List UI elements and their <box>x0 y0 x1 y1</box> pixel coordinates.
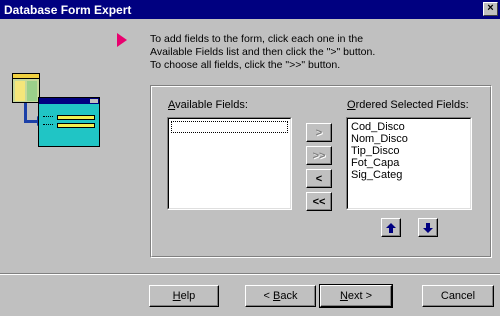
next-button[interactable]: Next > <box>319 284 393 308</box>
instructions-text: To add fields to the form, click each on… <box>150 33 490 72</box>
available-fields-list[interactable] <box>167 117 292 210</box>
close-button[interactable]: × <box>483 2 498 16</box>
move-up-button[interactable] <box>381 218 401 237</box>
window-title: Database Form Expert <box>4 2 132 17</box>
back-button[interactable]: < Back <box>245 285 316 307</box>
footer-separator <box>0 273 500 275</box>
close-icon: × <box>487 2 494 14</box>
remove-all-fields-button[interactable]: << <box>306 192 332 211</box>
form-window-icon <box>38 97 100 147</box>
instructions-line: Available Fields list and then click the… <box>150 46 376 58</box>
focus-indicator <box>171 121 288 133</box>
help-button[interactable]: Help <box>149 285 219 307</box>
remove-field-button[interactable]: < <box>306 169 332 188</box>
add-field-button[interactable]: > <box>306 123 332 142</box>
selected-field-item[interactable]: Cod_Disco <box>350 121 468 133</box>
available-fields-label: Available Fields: <box>168 99 248 111</box>
add-all-fields-button[interactable]: >> <box>306 146 332 165</box>
instructions-line: To choose all fields, click the ">>" but… <box>150 59 341 71</box>
instructions-line: To add fields to the form, click each on… <box>150 33 364 45</box>
dialog-body: To add fields to the form, click each on… <box>0 19 500 316</box>
pointer-arrow-icon <box>117 33 127 47</box>
selected-fields-label: Ordered Selected Fields: <box>347 99 469 111</box>
database-table-icon <box>12 73 40 103</box>
selected-field-item[interactable]: Tip_Disco <box>350 145 468 157</box>
cancel-button[interactable]: Cancel <box>422 285 494 307</box>
selected-field-item[interactable]: Fot_Capa <box>350 157 468 169</box>
selected-fields-list[interactable]: Cod_Disco Nom_Disco Tip_Disco Fot_Capa Sig_C… <box>346 117 472 210</box>
selected-field-item[interactable]: Nom_Disco <box>350 133 468 145</box>
arrow-up-icon <box>386 222 396 233</box>
title-bar: Database Form Expert × <box>0 0 500 19</box>
arrow-down-icon <box>423 222 433 233</box>
form-expert-illustration <box>12 73 108 155</box>
selected-field-item[interactable]: Sig_Categ <box>350 169 468 181</box>
move-down-button[interactable] <box>418 218 438 237</box>
